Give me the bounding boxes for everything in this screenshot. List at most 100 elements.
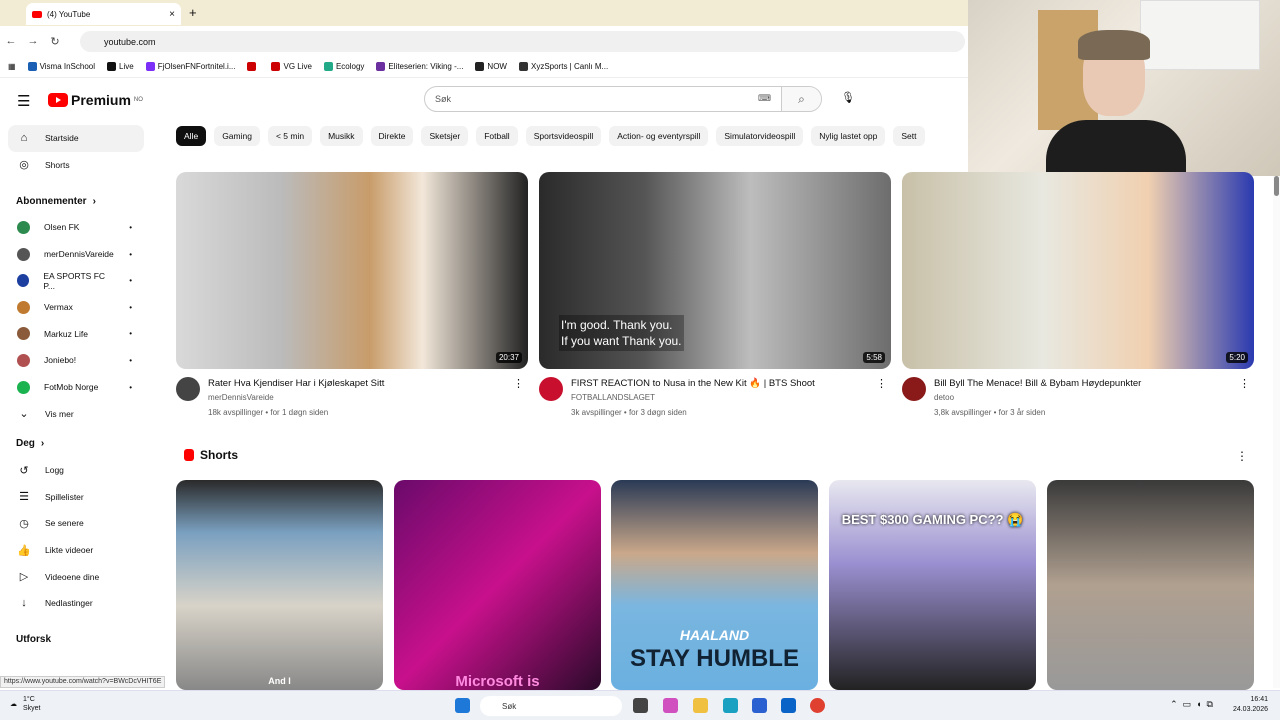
bookmark-item[interactable]: VG Live (271, 62, 312, 71)
date: 24.03.2026 (1232, 706, 1268, 713)
channel-avatar[interactable] (539, 377, 563, 401)
browser-tab-strip: (4) YouTube × + (0, 0, 970, 26)
filter-chip[interactable]: Direkte (370, 126, 414, 146)
browser-tab[interactable]: (4) YouTube × (26, 3, 181, 25)
shorts-icon: ◎ (19, 159, 29, 172)
apps-icon[interactable]: ▦ (8, 62, 16, 71)
video-title[interactable]: FIRST REACTION to Nusa in the New Kit 🔥 … (571, 377, 871, 390)
video-card[interactable]: 5:58 I'm good. Thank you. If you want Than… (539, 172, 891, 427)
forward-icon[interactable]: → (22, 35, 44, 47)
short-card[interactable]: And I (176, 480, 383, 690)
filter-chip[interactable]: Simulatorvideospill (716, 126, 804, 146)
bookmark-item[interactable]: NOW (475, 62, 507, 71)
video-thumbnail[interactable]: 5:20 (902, 172, 1254, 369)
more-options-icon[interactable]: ⋮ (1239, 377, 1250, 390)
close-tab-icon[interactable]: × (169, 9, 175, 20)
edge-icon[interactable] (723, 698, 738, 713)
short-card[interactable]: HAALAND STAY HUMBLE (611, 480, 818, 690)
search-input[interactable]: Søk ⌨ ⌕ (424, 86, 822, 112)
channel-name[interactable]: FOTBALLANDSLAGET (571, 390, 891, 405)
caption-line: I'm good. Thank you. (561, 318, 673, 332)
filter-chip[interactable]: < 5 min (267, 126, 313, 146)
bookmark-favicon-icon (475, 62, 485, 71)
more-options-icon[interactable]: ⋮ (1236, 449, 1248, 463)
sidebar-item[interactable]: ▷ Videoene dine (0, 563, 160, 590)
filter-chip[interactable]: Sketsjer (421, 126, 469, 146)
channel-avatar[interactable] (176, 377, 200, 401)
task-view-icon[interactable] (633, 698, 648, 713)
short-card[interactable]: Microsoft is (394, 480, 601, 690)
windows-taskbar: ☁ 1°C Skyet Søk ⌃▭◖⧉ 16:41 24.03.2026 (0, 690, 1280, 720)
bookmark-item[interactable]: Ecology (323, 62, 364, 71)
sidebar-item[interactable]: 👍 Likte videoer (0, 537, 160, 564)
sidebar-item[interactable]: ↓ Nedlastinger (0, 590, 160, 617)
subscription-item[interactable]: EA SPORTS FC P... • (0, 267, 160, 294)
subscription-item[interactable]: FotMob Norge • (0, 374, 160, 401)
filter-chip[interactable]: Sett (893, 126, 925, 146)
scrollbar-thumb[interactable] (1274, 176, 1279, 196)
youtube-premium-logo[interactable]: Premium NO (48, 92, 143, 108)
short-card[interactable]: BEST $300 GAMING PC?? 😭 (829, 480, 1036, 690)
channel-name[interactable]: detoo (934, 390, 1254, 405)
short-card[interactable] (1047, 480, 1254, 690)
scrollbar[interactable] (1273, 176, 1280, 688)
tab-title: (4) YouTube (47, 9, 91, 19)
filter-chip[interactable]: Nylig lastet opp (811, 126, 886, 146)
new-tab-button[interactable]: + (189, 5, 197, 20)
bookmark-item[interactable]: Eliteserien: Viking -... (376, 62, 463, 71)
video-card[interactable]: 5:20 Bill Byll The Menace! Bill & Bybam H… (902, 172, 1254, 427)
video-thumbnail[interactable]: 20:37 (176, 172, 528, 369)
back-icon[interactable]: ← (0, 35, 22, 47)
bookmark-item[interactable]: Live (107, 62, 134, 71)
subscription-item[interactable]: Olsen FK • (0, 214, 160, 241)
subscription-item[interactable]: merDennisVareide • (0, 241, 160, 268)
bookmark-item[interactable]: FjOlsenFNFortnitel.i... (145, 62, 235, 71)
bookmark-item[interactable]: Visma InSchool (27, 62, 95, 71)
filter-chip[interactable]: Sportsvideospill (525, 126, 602, 146)
sidebar-item[interactable]: ◎ Shorts (0, 152, 160, 179)
sidebar-item[interactable]: ⌄ Vis mer (0, 400, 160, 427)
you-heading[interactable]: Deg › (0, 431, 160, 457)
channel-name[interactable]: merDennisVareide (208, 390, 528, 405)
file-explorer-icon[interactable] (693, 698, 708, 713)
subscription-item[interactable]: Vermax • (0, 294, 160, 321)
system-tray-icons[interactable]: ⌃▭◖⧉ (1170, 699, 1218, 710)
weather-widget[interactable]: ☁ 1°C Skyet (10, 695, 41, 713)
bookmark-item[interactable] (247, 62, 259, 71)
bookmark-label: VG Live (283, 62, 312, 71)
channel-avatar[interactable] (902, 377, 926, 401)
filter-chip[interactable]: Musikk (320, 126, 363, 146)
taskbar-search[interactable]: Søk (480, 696, 622, 716)
subscription-item[interactable]: Joniebo! • (0, 347, 160, 374)
filter-chip[interactable]: Alle (176, 126, 207, 146)
video-title[interactable]: Bill Byll The Menace! Bill & Bybam Høyde… (934, 377, 1234, 390)
hamburger-menu-icon[interactable]: ☰ (17, 92, 30, 110)
video-card[interactable]: 20:37 Rater Hva Kjendiser Har i Kjøleskap… (176, 172, 528, 427)
copilot-icon[interactable] (663, 698, 678, 713)
outlook-icon[interactable] (781, 698, 796, 713)
filter-chip[interactable]: Gaming (214, 126, 260, 146)
windows-start-icon[interactable] (455, 698, 470, 713)
video-title[interactable]: Rater Hva Kjendiser Har i Kjøleskapet Si… (208, 377, 508, 390)
address-bar[interactable]: youtube.com (80, 31, 965, 52)
sidebar-item[interactable]: ↺ Logg (0, 457, 160, 484)
sidebar-item[interactable]: ☰ Spillelister (0, 484, 160, 511)
microphone-icon[interactable]: 🎙 (838, 88, 858, 108)
store-icon[interactable] (752, 698, 767, 713)
search-icon[interactable]: ⌕ (781, 87, 821, 111)
keyboard-icon[interactable]: ⌨ (758, 93, 771, 104)
sidebar-item[interactable]: ◷ Se senere (0, 510, 160, 537)
reload-icon[interactable]: ↻ (44, 35, 66, 48)
filter-chip[interactable]: Fotball (476, 126, 518, 146)
subscriptions-heading[interactable]: Abonnementer › (0, 188, 160, 214)
more-options-icon[interactable]: ⋮ (876, 377, 887, 390)
chrome-icon[interactable] (810, 698, 825, 713)
subscription-item[interactable]: Markuz Life • (0, 321, 160, 348)
video-thumbnail[interactable]: 5:58 I'm good. Thank you. If you want Than… (539, 172, 891, 369)
bookmark-item[interactable]: XyzSports | Canlı M... (518, 62, 608, 71)
sidebar-item[interactable]: ⌂ Startside (8, 125, 144, 152)
clock[interactable]: 16:41 24.03.2026 (1233, 695, 1268, 715)
filter-chip[interactable]: Action- og eventyrspill (609, 126, 709, 146)
bookmark-favicon-icon (323, 62, 333, 71)
more-options-icon[interactable]: ⋮ (513, 377, 524, 390)
